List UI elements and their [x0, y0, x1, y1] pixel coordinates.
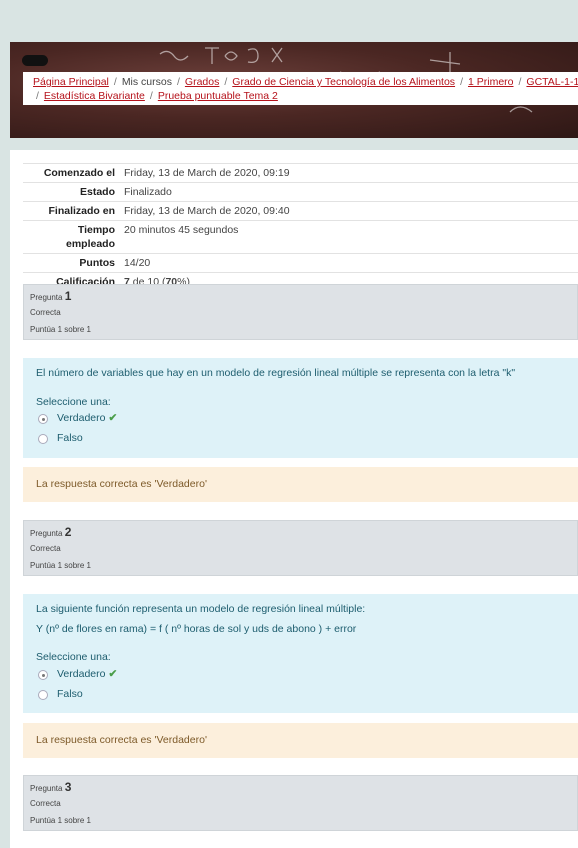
answer-prompt: Seleccione una:: [36, 651, 111, 663]
question-grade: Puntúa 1 sobre 1: [30, 816, 91, 825]
question-text: La siguiente función representa un model…: [36, 603, 366, 615]
summary-label: Puntos: [23, 253, 124, 273]
breadcrumb-item-course-code[interactable]: GCTAL-1-10221: [526, 76, 578, 88]
question-number: Pregunta 3: [30, 780, 72, 794]
question-state: Correcta: [30, 308, 61, 317]
question-1-formulation: El número de variables que hay en un mod…: [23, 358, 578, 458]
breadcrumb-separator: /: [518, 76, 522, 88]
answer-prompt: Seleccione una:: [36, 396, 111, 408]
question-2-formulation: La siguiente función representa un model…: [23, 594, 578, 713]
question-text: Y (nº de flores en rama) = f ( nº horas …: [36, 623, 357, 635]
breadcrumb-item-my-courses: Mis cursos: [121, 76, 172, 88]
summary-label: Comenzado el: [23, 163, 124, 183]
radio-icon[interactable]: [38, 670, 48, 680]
check-icon: ✔: [108, 668, 118, 680]
check-icon: ✔: [108, 412, 118, 424]
attempt-summary-table: Comenzado el Friday, 13 de March de 2020…: [23, 163, 578, 291]
question-text: El número de variables que hay en un mod…: [36, 367, 516, 379]
summary-row-state: Estado Finalizado: [23, 182, 578, 202]
right-answer: La respuesta correcta es 'Verdadero': [36, 478, 207, 490]
question-number: Pregunta 2: [30, 525, 72, 539]
question-state: Correcta: [30, 544, 61, 553]
question-1-feedback: La respuesta correcta es 'Verdadero': [23, 467, 578, 502]
breadcrumb-item-subject[interactable]: Estadística Bivariante: [44, 90, 145, 102]
summary-value: 14/20: [124, 253, 578, 273]
question-3-info: Pregunta 3 Correcta Puntúa 1 sobre 1: [23, 775, 578, 831]
breadcrumb-separator: /: [149, 90, 153, 102]
radio-icon[interactable]: [38, 434, 48, 444]
question-grade: Puntúa 1 sobre 1: [30, 561, 91, 570]
breadcrumb: Página Principal / Mis cursos / Grados / Grado…: [23, 72, 578, 105]
breadcrumb-item-year[interactable]: 1 Primero: [468, 76, 514, 88]
breadcrumb-separator: /: [36, 90, 39, 102]
summary-row-points: Puntos 14/20: [23, 253, 578, 273]
question-1-info: Pregunta 1 Correcta Puntúa 1 sobre 1: [23, 284, 578, 340]
summary-row-started: Comenzado el Friday, 13 de March de 2020…: [23, 163, 578, 183]
radio-icon[interactable]: [38, 414, 48, 424]
answer-option-false[interactable]: Falso: [57, 688, 83, 700]
answer-option-true[interactable]: Verdadero ✔: [57, 412, 117, 424]
header-pill: [22, 55, 48, 66]
summary-value: Friday, 13 de March de 2020, 09:40: [124, 201, 578, 221]
breadcrumb-item-home[interactable]: Página Principal: [33, 76, 109, 88]
answer-option-false[interactable]: Falso: [57, 432, 83, 444]
breadcrumb-separator: /: [224, 76, 228, 88]
summary-label: Finalizado en: [23, 201, 124, 221]
summary-row-time: Tiempo empleado 20 minutos 45 segundos: [23, 220, 578, 254]
radio-icon[interactable]: [38, 690, 48, 700]
summary-value: 20 minutos 45 segundos: [124, 220, 578, 254]
question-number: Pregunta 1: [30, 289, 72, 303]
summary-row-finished: Finalizado en Friday, 13 de March de 202…: [23, 201, 578, 221]
summary-value: Finalizado: [124, 182, 578, 202]
summary-label-line: Tiempo: [77, 224, 115, 236]
breadcrumb-item-degree[interactable]: Grado de Ciencia y Tecnología de los Ali…: [232, 76, 455, 88]
breadcrumb-item-quiz[interactable]: Prueba puntuable Tema 2: [158, 90, 278, 102]
question-grade: Puntúa 1 sobre 1: [30, 325, 91, 334]
question-2-info: Pregunta 2 Correcta Puntúa 1 sobre 1: [23, 520, 578, 576]
question-2-feedback: La respuesta correcta es 'Verdadero': [23, 723, 578, 758]
breadcrumb-item-degrees[interactable]: Grados: [185, 76, 219, 88]
right-answer: La respuesta correcta es 'Verdadero': [36, 734, 207, 746]
summary-label: Tiempo empleado: [23, 220, 124, 254]
breadcrumb-separator: /: [113, 76, 117, 88]
answer-option-true[interactable]: Verdadero ✔: [57, 668, 117, 680]
summary-label: Estado: [23, 182, 124, 202]
summary-value: Friday, 13 de March de 2020, 09:19: [124, 163, 578, 183]
breadcrumb-separator: /: [460, 76, 463, 88]
breadcrumb-separator: /: [177, 76, 180, 88]
summary-label-line: empleado: [65, 238, 115, 250]
question-state: Correcta: [30, 799, 61, 808]
